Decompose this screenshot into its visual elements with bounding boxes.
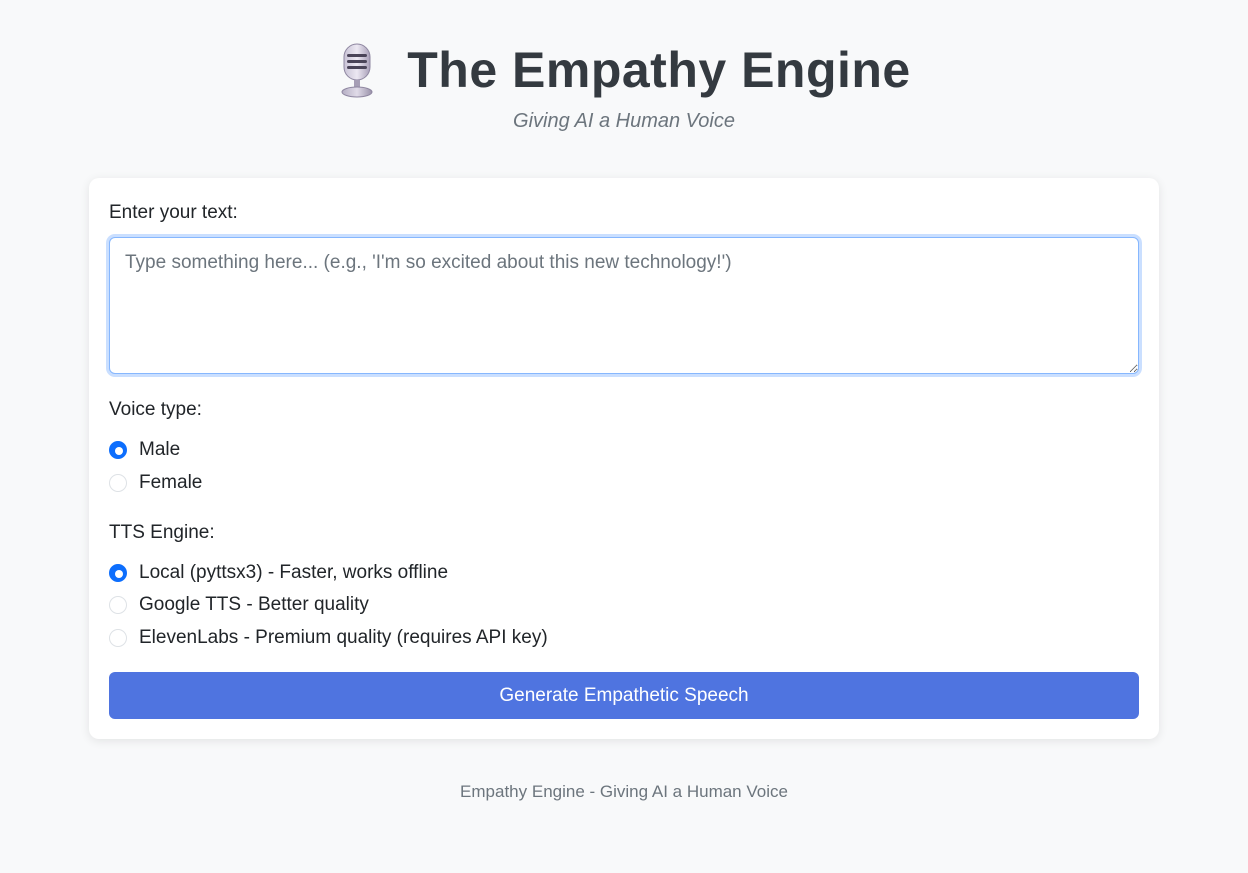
voice-female-radio[interactable] (109, 474, 127, 492)
engine-local-label: Local (pyttsx3) - Faster, works offline (139, 562, 449, 583)
page-footer: Empathy Engine - Giving AI a Human Voice (460, 782, 788, 801)
generate-speech-button[interactable]: Generate Empathetic Speech (109, 672, 1139, 719)
voice-type-label: Voice type: (109, 399, 202, 420)
voice-option-female[interactable]: Female (109, 471, 202, 495)
engine-option-local[interactable]: Local (pyttsx3) - Faster, works offline (109, 561, 448, 585)
speech-form-card: Enter your text: Voice type: Male Female… (89, 178, 1159, 739)
microphone-icon (341, 43, 373, 98)
engine-google-label: Google TTS - Better quality (139, 594, 369, 615)
page-subtitle: Giving AI a Human Voice (513, 110, 735, 132)
voice-female-label: Female (139, 472, 203, 493)
voice-option-male[interactable]: Male (109, 438, 180, 462)
engine-option-google[interactable]: Google TTS - Better quality (109, 593, 369, 617)
page-title: The Empathy Engine (407, 42, 911, 98)
voice-male-radio[interactable] (109, 441, 127, 459)
engine-elevenlabs-label: ElevenLabs - Premium quality (requires A… (139, 627, 548, 648)
engine-google-radio[interactable] (109, 596, 127, 614)
engine-option-elevenlabs[interactable]: ElevenLabs - Premium quality (requires A… (109, 626, 548, 650)
engine-elevenlabs-radio[interactable] (109, 629, 127, 647)
text-input[interactable] (109, 237, 1139, 374)
tts-engine-label: TTS Engine: (109, 522, 215, 543)
engine-local-radio[interactable] (109, 564, 127, 582)
text-input-label: Enter your text: (109, 202, 238, 223)
voice-male-label: Male (139, 439, 181, 460)
title-row: The Empathy Engine (0, 38, 1248, 102)
